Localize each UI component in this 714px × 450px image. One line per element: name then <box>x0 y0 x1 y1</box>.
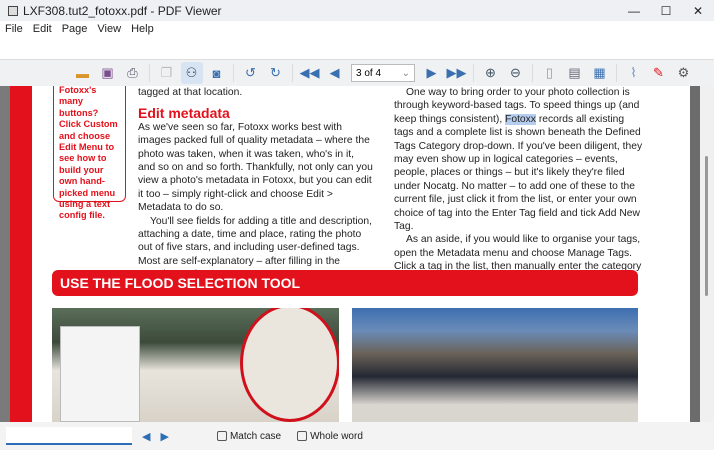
paragraph: tagged at that location. <box>138 87 243 98</box>
find-binoculars-icon[interactable]: ⚇ <box>180 62 203 84</box>
page-selector-value: 3 of 4 <box>356 67 382 79</box>
save-icon[interactable]: ▣ <box>97 62 119 84</box>
settings-gear-icon[interactable]: ⚙ <box>673 62 695 84</box>
toolbar: ▬ ▣ ⎙ ❐ ⚇ ◙ ↺ ↻ ◀◀ ◀ 3 of 4 ⌄ ▶ ▶▶ ⊕ ⊖ ▯ … <box>0 59 714 86</box>
separator <box>292 64 293 82</box>
whole-word-label: Whole word <box>310 430 363 442</box>
first-page-icon[interactable]: ◀◀ <box>299 62 321 84</box>
menu-page[interactable]: Page <box>57 21 93 38</box>
menu-view[interactable]: View <box>92 21 126 38</box>
checkbox-icon <box>297 431 308 441</box>
find-input[interactable] <box>6 427 132 445</box>
menu-bar: File Edit Page View Help <box>0 21 714 38</box>
maximize-button[interactable]: ☐ <box>650 0 682 21</box>
close-button[interactable]: ✕ <box>682 0 714 21</box>
pdf-page: Fotoxx's many buttons? Click Custom and … <box>10 86 690 422</box>
attachment-icon[interactable]: ⌇ <box>623 62 645 84</box>
find-previous-icon[interactable]: ◀ <box>142 430 150 443</box>
vertical-scrollbar[interactable] <box>700 86 714 422</box>
separator <box>616 64 617 82</box>
separator <box>473 64 474 82</box>
fit-width-icon[interactable]: ▤ <box>564 62 586 84</box>
screenshot-image-left <box>52 308 339 422</box>
text-column-left: tagged at that location. Edit metadata A… <box>138 86 373 282</box>
menu-help[interactable]: Help <box>126 21 159 38</box>
match-case-label: Match case <box>229 430 282 442</box>
zoom-in-icon[interactable]: ⊕ <box>480 62 502 84</box>
chevron-down-icon: ⌄ <box>401 67 410 79</box>
print-icon[interactable]: ⎙ <box>122 62 144 84</box>
copy-icon[interactable]: ❐ <box>156 62 178 84</box>
last-page-icon[interactable]: ▶▶ <box>446 62 468 84</box>
find-next-icon[interactable]: ▶ <box>160 430 168 443</box>
dialog-image <box>60 326 140 422</box>
page-selector[interactable]: 3 of 4 ⌄ <box>351 64 415 82</box>
page-red-margin <box>10 86 32 422</box>
rotate-right-icon[interactable]: ↻ <box>265 62 287 84</box>
paragraph: One way to bring order to your photo col… <box>394 86 644 233</box>
open-folder-icon[interactable]: ▬ <box>72 62 94 84</box>
title-bar: LXF308.tut2_fotoxx.pdf - PDF Viewer — ☐ … <box>0 0 714 21</box>
text-column-right: One way to bring order to your photo col… <box>394 86 644 274</box>
separator <box>149 64 150 82</box>
document-viewer: Fotoxx's many buttons? Click Custom and … <box>0 86 714 422</box>
whole-word-checkbox[interactable]: Whole word <box>297 431 363 442</box>
find-bar: ◀ ▶ Match case Whole word <box>0 422 714 450</box>
separator <box>532 64 533 82</box>
app-icon <box>8 5 18 16</box>
page-setup-icon[interactable]: ◙ <box>206 62 228 84</box>
highlighter-icon[interactable]: ✎ <box>648 62 670 84</box>
menu-file[interactable]: File <box>0 21 28 38</box>
magnifier-circle <box>240 308 339 422</box>
fit-page-icon[interactable]: ▦ <box>589 62 611 84</box>
paragraph: As an aside, if you would like to organi… <box>394 234 642 273</box>
page-icon[interactable]: ▯ <box>539 62 561 84</box>
scrollbar-thumb[interactable] <box>705 156 708 296</box>
section-banner: USE THE FLOOD SELECTION TOOL <box>52 270 638 296</box>
page-edge <box>690 86 700 422</box>
text: records all existing tags and a complete… <box>394 113 643 233</box>
paragraph: As we've seen so far, Fotoxx works best … <box>138 121 373 214</box>
blank-area <box>0 38 714 59</box>
previous-page-icon[interactable]: ◀ <box>324 62 346 84</box>
search-highlight: Fotoxx <box>505 113 536 125</box>
rotate-left-icon[interactable]: ↺ <box>240 62 262 84</box>
match-case-checkbox[interactable]: Match case <box>216 430 282 442</box>
next-page-icon[interactable]: ▶ <box>421 62 443 84</box>
window-title: LXF308.tut2_fotoxx.pdf - PDF Viewer <box>23 3 222 18</box>
section-heading: Edit metadata <box>138 105 230 122</box>
zoom-out-icon[interactable]: ⊖ <box>505 62 527 84</box>
tip-box: Fotoxx's many buttons? Click Custom and … <box>53 86 126 220</box>
minimize-button[interactable]: — <box>618 0 650 21</box>
separator <box>233 64 234 82</box>
checkbox-icon <box>216 431 227 441</box>
menu-edit[interactable]: Edit <box>28 21 57 38</box>
house-image-right <box>352 308 638 422</box>
